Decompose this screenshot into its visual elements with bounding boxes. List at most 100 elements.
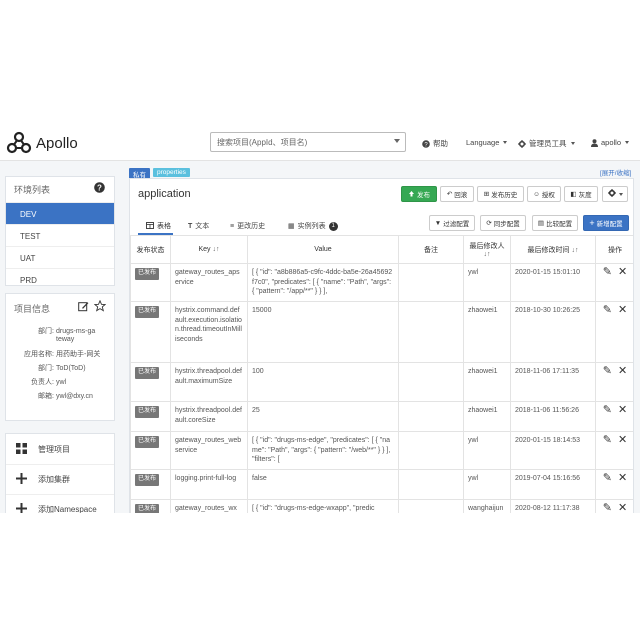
- env-item-uat[interactable]: UAT: [6, 246, 114, 268]
- modifier-cell: ywl: [463, 431, 511, 470]
- release-history-button[interactable]: ⊞ 发布历史: [477, 186, 524, 202]
- status-badge: 已发布: [135, 306, 160, 318]
- compare-config-button[interactable]: ▤ 比较配置: [532, 215, 578, 231]
- edit-icon[interactable]: ✎: [603, 305, 612, 316]
- comment-cell: [398, 431, 464, 470]
- gray-release-button[interactable]: ◧ 灰度: [564, 186, 598, 202]
- delete-icon[interactable]: ✕: [618, 267, 627, 278]
- tab-instances-label: 实例列表: [297, 223, 326, 230]
- env-item-test[interactable]: TEST: [6, 224, 114, 246]
- add-config-button[interactable]: + 新增配置: [583, 215, 629, 231]
- brand-logo[interactable]: Apollo: [6, 131, 78, 155]
- header-modified-time[interactable]: 最后修改时间 ↓↑: [510, 235, 596, 264]
- admin-tools-menu[interactable]: 管理员工具: [518, 138, 575, 149]
- undo-icon: ↶: [446, 191, 453, 198]
- time-cell: 2018-10-30 10:26:25: [510, 301, 596, 363]
- plus-icon: [14, 472, 28, 487]
- table-icon: [146, 221, 154, 231]
- header-label: Key: [198, 246, 211, 253]
- language-menu[interactable]: Language: [466, 138, 508, 147]
- expand-collapse-link[interactable]: [展开/收缩]: [600, 167, 631, 177]
- filter-icon: ▼: [434, 219, 442, 227]
- project-search-select[interactable]: 搜索项目(AppId、项目名): [210, 132, 406, 152]
- env-item-dev[interactable]: DEV: [6, 202, 114, 224]
- modifier-cell: zhaowei1: [463, 301, 511, 363]
- help-link[interactable]: ? 帮助: [422, 138, 448, 149]
- time-cell: 2018-11-06 11:56:26: [510, 401, 596, 432]
- star-icon[interactable]: [93, 299, 107, 314]
- release-icon: [408, 190, 415, 199]
- add-config-label: 新增配置: [596, 221, 623, 228]
- gear-icon: [518, 139, 526, 148]
- add-cluster-button[interactable]: 添加集群: [6, 464, 114, 494]
- delete-icon[interactable]: ✕: [618, 405, 627, 416]
- info-key: 邮箱:: [38, 393, 54, 400]
- rollback-button[interactable]: ↶ 回滚: [440, 186, 474, 202]
- tab-instances[interactable]: ▦ 实例列表 1: [288, 221, 338, 231]
- sort-icon[interactable]: ↓↑: [571, 247, 578, 254]
- edit-icon[interactable]: ✎: [603, 267, 612, 278]
- time-cell: 2019-07-04 15:16:56: [510, 469, 596, 500]
- instance-count-badge: 1: [328, 221, 338, 231]
- status-badge: 已发布: [135, 268, 160, 280]
- status-cell: 已发布: [130, 431, 171, 470]
- env-list-panel: 环境列表 ? DEV TEST UAT PRD: [5, 176, 115, 286]
- delete-icon[interactable]: ✕: [618, 473, 627, 484]
- authorize-button[interactable]: ☺ 授权: [527, 186, 561, 202]
- edit-icon[interactable]: ✎: [603, 473, 612, 484]
- tab-change-history[interactable]: ≡ 更改历史: [230, 221, 265, 231]
- header-label: Value: [314, 246, 332, 253]
- edit-icon[interactable]: ✎: [603, 503, 612, 513]
- question-icon: ?: [422, 139, 430, 148]
- key-cell: hystrix.threadpool.default.maximumSize: [170, 362, 248, 402]
- add-cluster-label: 添加集群: [38, 475, 70, 484]
- env-list-title: 环境列表: [14, 185, 51, 195]
- edit-icon[interactable]: [78, 301, 89, 315]
- delete-icon[interactable]: ✕: [618, 435, 627, 446]
- release-button[interactable]: 发布: [401, 186, 437, 202]
- settings-dropdown-button[interactable]: [602, 186, 628, 202]
- manage-project-button[interactable]: 管理项目: [6, 434, 114, 464]
- help-circle-icon[interactable]: ?: [94, 182, 105, 195]
- sort-icon[interactable]: ↓↑: [213, 246, 220, 253]
- env-item-prd[interactable]: PRD: [6, 268, 114, 290]
- edit-icon[interactable]: ✎: [603, 435, 612, 446]
- user-menu[interactable]: apollo: [591, 138, 630, 147]
- value-cell: 100: [247, 362, 399, 402]
- edit-icon[interactable]: ✎: [603, 366, 612, 377]
- status-cell: 已发布: [130, 362, 171, 402]
- header-key[interactable]: Key ↓↑: [170, 235, 248, 264]
- comment-cell: [398, 263, 464, 302]
- info-key: 应用名称:: [24, 351, 54, 358]
- tab-text[interactable]: T 文本: [188, 221, 209, 231]
- sync-icon: ⟳: [486, 220, 492, 227]
- info-row-department: 部门: ToD(ToD): [10, 363, 86, 373]
- actions-cell: ✎ ✕: [595, 469, 633, 500]
- table-header-row: 发布状态 Key ↓↑ Value 备注 最后修改人 ↓↑ 最后修改时间 ↓↑ 操…: [130, 235, 633, 264]
- actions-cell: ✎ ✕: [595, 499, 633, 513]
- delete-icon[interactable]: ✕: [618, 503, 627, 513]
- edit-icon[interactable]: ✎: [603, 405, 612, 416]
- tab-history-label: 更改历史: [237, 223, 266, 230]
- navbar: Apollo 搜索项目(AppId、项目名) ? 帮助 Language 管理员…: [0, 125, 640, 161]
- delete-icon[interactable]: ✕: [618, 305, 627, 316]
- actions-cell: ✎ ✕: [595, 301, 633, 363]
- info-row-owner: 负责人: ywl: [10, 377, 66, 387]
- header-actions: 操作: [595, 235, 633, 264]
- delete-icon[interactable]: ✕: [618, 366, 627, 377]
- add-namespace-button[interactable]: 添加Namespace: [6, 494, 114, 513]
- tab-table[interactable]: 表格: [146, 221, 171, 231]
- caret-down-icon: [503, 141, 508, 144]
- authorize-label: 授权: [541, 192, 555, 199]
- modifier-cell: ywl: [463, 469, 511, 500]
- table-row: 已发布 gateway_routes_wx [ { "id": "drugs-m…: [130, 499, 633, 513]
- value-cell: 15000: [247, 301, 399, 363]
- filter-config-button[interactable]: ▼ 过滤配置: [429, 215, 475, 231]
- comment-cell: [398, 469, 464, 500]
- status-badge: 已发布: [135, 367, 160, 379]
- info-row-appid-cont: teway: [10, 336, 74, 343]
- sort-icon[interactable]: ↓↑: [484, 251, 491, 258]
- sync-config-button[interactable]: ⟳ 同步配置: [480, 215, 526, 231]
- header-modifier[interactable]: 最后修改人 ↓↑: [463, 235, 511, 264]
- project-info-panel: 项目信息 部门: drugs-ms-ga teway 应用名称: 用药助手-网关 部…: [5, 293, 115, 421]
